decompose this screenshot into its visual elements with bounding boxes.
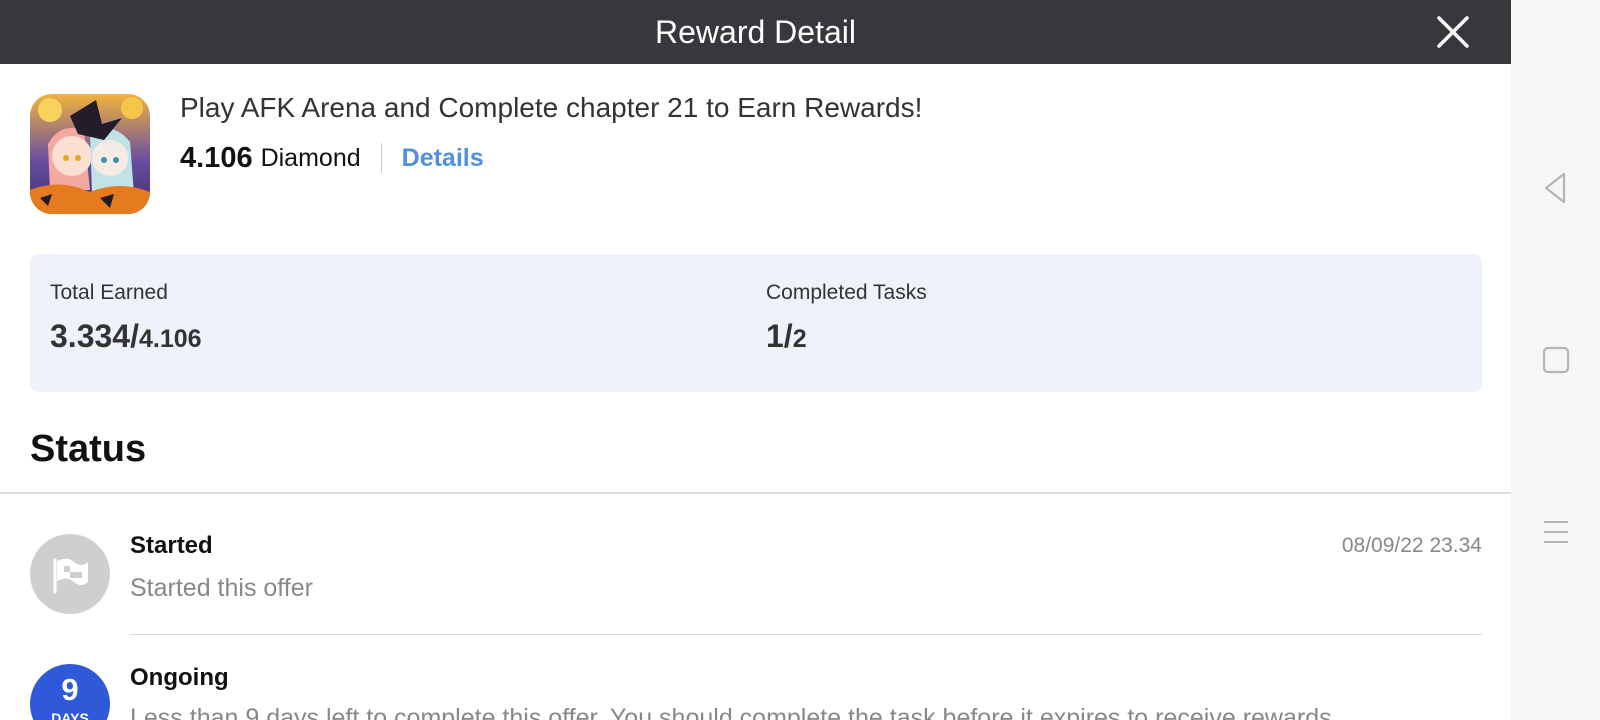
completed-tasks-current: 1/: [766, 318, 793, 354]
started-step-badge: [30, 534, 110, 614]
header-bar: Reward Detail: [0, 0, 1511, 64]
reward-amount: 4.106: [180, 141, 253, 174]
close-icon: [1437, 16, 1469, 48]
step-divider: [130, 634, 1482, 635]
total-earned-label: Total Earned: [50, 281, 168, 304]
back-icon: [1544, 172, 1566, 204]
status-heading: Status: [30, 428, 147, 470]
total-earned-current: 3.334/: [50, 318, 139, 354]
home-button[interactable]: [1536, 340, 1576, 380]
days-left-label: DAYS: [51, 710, 89, 720]
days-left-number: 9: [61, 672, 79, 707]
game-app-icon: [30, 94, 150, 214]
total-earned-max: 4.106: [138, 325, 202, 353]
started-step-desc: Started this offer: [130, 574, 313, 602]
system-nav-bar: [1511, 0, 1600, 720]
menu-icon: [1544, 521, 1568, 543]
menu-button[interactable]: [1536, 512, 1576, 552]
back-button[interactable]: [1536, 168, 1576, 208]
started-step-time: 08/09/22 23.34: [1341, 534, 1482, 557]
divider: [380, 143, 382, 173]
days-left-badge: 9 DAYS: [30, 664, 110, 720]
stats-panel: Total Earned 3.334/4.106 Completed Tasks…: [30, 254, 1482, 392]
completed-tasks-max: 2: [792, 325, 807, 353]
details-link[interactable]: Details: [402, 144, 484, 173]
reward-unit: Diamond: [260, 143, 361, 172]
started-step-title: Started: [130, 532, 213, 559]
completed-tasks-label: Completed Tasks: [766, 281, 927, 304]
reward-detail-screen: Reward Detail Play AFK Arena and Complet…: [0, 0, 1511, 720]
ongoing-step-title: Ongoing: [130, 664, 229, 691]
completed-tasks-value: 1/2: [766, 318, 807, 355]
ongoing-step-desc: Less than 9 days left to complete this o…: [130, 704, 1339, 720]
status-divider: [0, 492, 1511, 494]
close-button[interactable]: [1433, 12, 1473, 52]
reward-row: 4.106 Diamond Details: [180, 138, 484, 178]
home-icon: [1542, 346, 1570, 374]
total-earned-value: 3.334/4.106: [50, 318, 202, 355]
flag-icon: [53, 558, 88, 594]
page-title: Reward Detail: [655, 14, 856, 50]
offer-title: Play AFK Arena and Complete chapter 21 t…: [180, 92, 923, 123]
